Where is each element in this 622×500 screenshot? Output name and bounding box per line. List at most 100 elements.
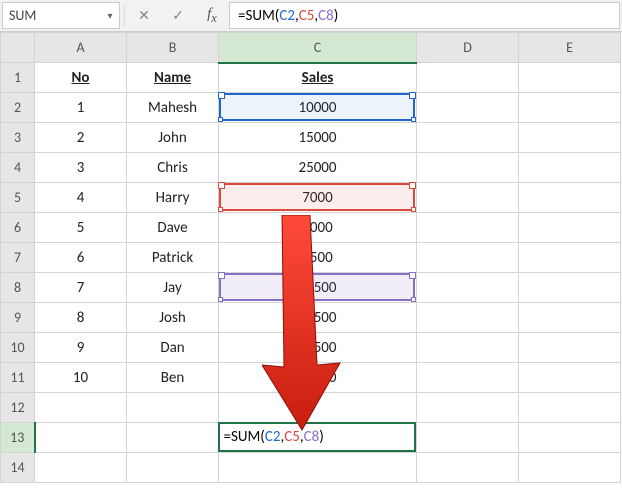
cell-C8[interactable]: 10500 <box>219 273 417 303</box>
cell-E5[interactable] <box>519 183 621 213</box>
cell-A14[interactable] <box>35 453 127 483</box>
cell-E13[interactable] <box>519 423 621 453</box>
cell-E6[interactable] <box>519 213 621 243</box>
cell-B3[interactable]: John <box>127 123 219 153</box>
cell-E1[interactable] <box>519 63 621 93</box>
column-header-A[interactable]: A <box>35 33 127 63</box>
column-header-E[interactable]: E <box>519 33 621 63</box>
cell-B9[interactable]: Josh <box>127 303 219 333</box>
cell-C5[interactable]: 7000 <box>219 183 417 213</box>
cell-C14[interactable] <box>219 453 417 483</box>
cell-C7[interactable]: 9500 <box>219 243 417 273</box>
row-header-6[interactable]: 6 <box>1 213 35 243</box>
cell-E11[interactable] <box>519 363 621 393</box>
row-header-11[interactable]: 11 <box>1 363 35 393</box>
column-header-B[interactable]: B <box>127 33 219 63</box>
cell-E9[interactable] <box>519 303 621 333</box>
cell-D2[interactable] <box>417 93 519 123</box>
cell-B6[interactable]: Dave <box>127 213 219 243</box>
cell-A5[interactable]: 4 <box>35 183 127 213</box>
cell-E7[interactable] <box>519 243 621 273</box>
row-header-8[interactable]: 8 <box>1 273 35 303</box>
cell-D5[interactable] <box>417 183 519 213</box>
cell-C1[interactable]: Sales <box>219 63 417 93</box>
cell-C11[interactable]: 17000 <box>219 363 417 393</box>
name-box-dropdown-icon[interactable]: ▾ <box>101 9 119 22</box>
cell-A12[interactable] <box>35 393 127 423</box>
cell-A6[interactable]: 5 <box>35 213 127 243</box>
cell-A9[interactable]: 8 <box>35 303 127 333</box>
cell-B4[interactable]: Chris <box>127 153 219 183</box>
row-header-4[interactable]: 4 <box>1 153 35 183</box>
cell-E10[interactable] <box>519 333 621 363</box>
cell-A11[interactable]: 10 <box>35 363 127 393</box>
cell-B13[interactable] <box>127 423 219 453</box>
cell-A8[interactable]: 7 <box>35 273 127 303</box>
cell-B8[interactable]: Jay <box>127 273 219 303</box>
select-all-corner[interactable] <box>1 33 35 63</box>
row-header-12[interactable]: 12 <box>1 393 35 423</box>
cell-C3[interactable]: 15000 <box>219 123 417 153</box>
formula-bar-input[interactable]: =SUM(C2,C5,C8) <box>229 2 620 29</box>
cell-E14[interactable] <box>519 453 621 483</box>
row-header-10[interactable]: 10 <box>1 333 35 363</box>
cell-D7[interactable] <box>417 243 519 273</box>
cell-D8[interactable] <box>417 273 519 303</box>
cancel-formula-icon[interactable]: ✕ <box>127 0 161 31</box>
cell-B1[interactable]: Name <box>127 63 219 93</box>
cell-A7[interactable]: 6 <box>35 243 127 273</box>
row-header-5[interactable]: 5 <box>1 183 35 213</box>
enter-formula-icon[interactable]: ✓ <box>161 0 195 31</box>
cell-C6[interactable]: 8000 <box>219 213 417 243</box>
cell-D14[interactable] <box>417 453 519 483</box>
row-header-7[interactable]: 7 <box>1 243 35 273</box>
cell-C10[interactable]: 18500 <box>219 333 417 363</box>
cell-D6[interactable] <box>417 213 519 243</box>
cell-E4[interactable] <box>519 153 621 183</box>
cell-B5[interactable]: Harry <box>127 183 219 213</box>
cell-B11[interactable]: Ben <box>127 363 219 393</box>
name-box[interactable]: SUM ▾ <box>2 2 120 29</box>
cell-B14[interactable] <box>127 453 219 483</box>
cell-D1[interactable] <box>417 63 519 93</box>
row-header-13[interactable]: 13 <box>1 423 35 453</box>
column-header-C[interactable]: C <box>219 33 417 63</box>
cell-C12[interactable] <box>219 393 417 423</box>
row-header-14[interactable]: 14 <box>1 453 35 483</box>
cell-E12[interactable] <box>519 393 621 423</box>
cell-C4[interactable]: 25000 <box>219 153 417 183</box>
cell-D9[interactable] <box>417 303 519 333</box>
cell-B2[interactable]: Mahesh <box>127 93 219 123</box>
cell-B7[interactable]: Patrick <box>127 243 219 273</box>
cell-D4[interactable] <box>417 153 519 183</box>
cell-content: 4 <box>35 189 126 207</box>
row-header-3[interactable]: 3 <box>1 123 35 153</box>
row-header-9[interactable]: 9 <box>1 303 35 333</box>
cell-B12[interactable] <box>127 393 219 423</box>
cell-D11[interactable] <box>417 363 519 393</box>
cell-E8[interactable] <box>519 273 621 303</box>
cell-A3[interactable]: 2 <box>35 123 127 153</box>
cell-content: 6 <box>35 249 126 267</box>
cell-D10[interactable] <box>417 333 519 363</box>
cell-B10[interactable]: Dan <box>127 333 219 363</box>
cell-A4[interactable]: 3 <box>35 153 127 183</box>
cell-E3[interactable] <box>519 123 621 153</box>
fx-icon[interactable]: fx <box>195 0 229 31</box>
cell-A10[interactable]: 9 <box>35 333 127 363</box>
cell-A13[interactable] <box>35 423 127 453</box>
active-cell-editor[interactable]: =SUM(C2,C5,C8) <box>218 422 416 452</box>
cell-content: Josh <box>127 309 218 327</box>
cell-A1[interactable]: No <box>35 63 127 93</box>
row-header-1[interactable]: 1 <box>1 63 35 93</box>
cell-content: John <box>127 129 218 147</box>
cell-C9[interactable]: 27500 <box>219 303 417 333</box>
cell-D13[interactable] <box>417 423 519 453</box>
cell-D12[interactable] <box>417 393 519 423</box>
cell-C2[interactable]: 10000 <box>219 93 417 123</box>
column-header-D[interactable]: D <box>417 33 519 63</box>
cell-A2[interactable]: 1 <box>35 93 127 123</box>
row-header-2[interactable]: 2 <box>1 93 35 123</box>
cell-E2[interactable] <box>519 93 621 123</box>
cell-D3[interactable] <box>417 123 519 153</box>
